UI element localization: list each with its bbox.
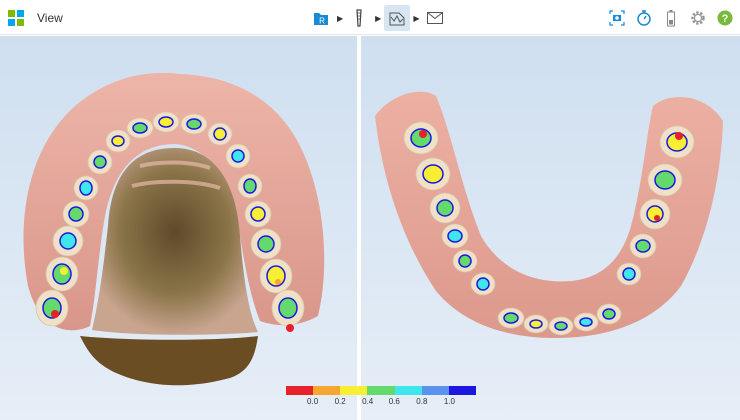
folder-icon: R: [314, 13, 328, 26]
legend-swatch: [286, 386, 314, 395]
stopwatch-icon: [637, 10, 651, 26]
legend-label: 0.8: [416, 397, 428, 406]
view-label[interactable]: View: [37, 11, 63, 25]
legend-label: 0.4: [362, 397, 374, 406]
legend-swatch: [313, 386, 341, 395]
legend-label: 0.2: [334, 397, 346, 406]
step-arrow: ▶: [375, 13, 382, 23]
legend-swatch: [394, 386, 422, 395]
snapshot-button[interactable]: [608, 9, 626, 27]
tooth-review-icon: [389, 12, 405, 26]
step-send[interactable]: [422, 5, 448, 31]
lower-jaw-scan: [375, 91, 723, 338]
lower-jaw-viewport[interactable]: [361, 36, 740, 420]
app-grid-icon[interactable]: [8, 10, 24, 26]
legend-color-bar: [286, 386, 476, 395]
step-arrow: ▶: [413, 13, 420, 23]
battery-indicator: [662, 9, 680, 27]
step-scan[interactable]: [346, 5, 372, 31]
legend-label: 0.0: [307, 397, 319, 406]
toolbar-right: ?: [608, 7, 734, 29]
upper-jaw-viewport[interactable]: [0, 36, 357, 420]
workflow-steps: R ▶ ▶ ▶: [308, 5, 448, 31]
step-folder[interactable]: R: [308, 5, 334, 31]
legend-swatch: [367, 386, 395, 395]
legend-swatch: [340, 386, 368, 395]
legend-swatch: [448, 386, 476, 395]
settings-button[interactable]: [689, 9, 707, 27]
legend-label: 0.6: [388, 397, 400, 406]
step-review[interactable]: [384, 5, 411, 31]
timer-button[interactable]: [635, 9, 653, 27]
gear-icon: [691, 11, 705, 25]
contact-legend: 0.0 0.2 0.4 0.6 0.8 1.0: [286, 386, 476, 408]
scanner-wand-icon: [356, 9, 362, 27]
legend-swatch: [421, 386, 449, 395]
legend-labels: 0.0 0.2 0.4 0.6 0.8 1.0: [286, 397, 476, 409]
battery-icon: [667, 10, 675, 27]
help-icon: ?: [717, 10, 733, 26]
svg-text:?: ?: [722, 13, 729, 25]
envelope-icon: [427, 12, 444, 24]
legend-label: 1.0: [443, 397, 455, 406]
view-menu[interactable]: View: [8, 8, 63, 28]
top-toolbar: View R ▶ ▶ ▶ ?: [0, 0, 740, 35]
upper-jaw-scan: [23, 72, 325, 386]
help-button[interactable]: ?: [716, 9, 734, 27]
camera-icon: [609, 10, 625, 26]
scan-badge: R: [319, 17, 325, 26]
step-arrow: ▶: [337, 13, 344, 23]
